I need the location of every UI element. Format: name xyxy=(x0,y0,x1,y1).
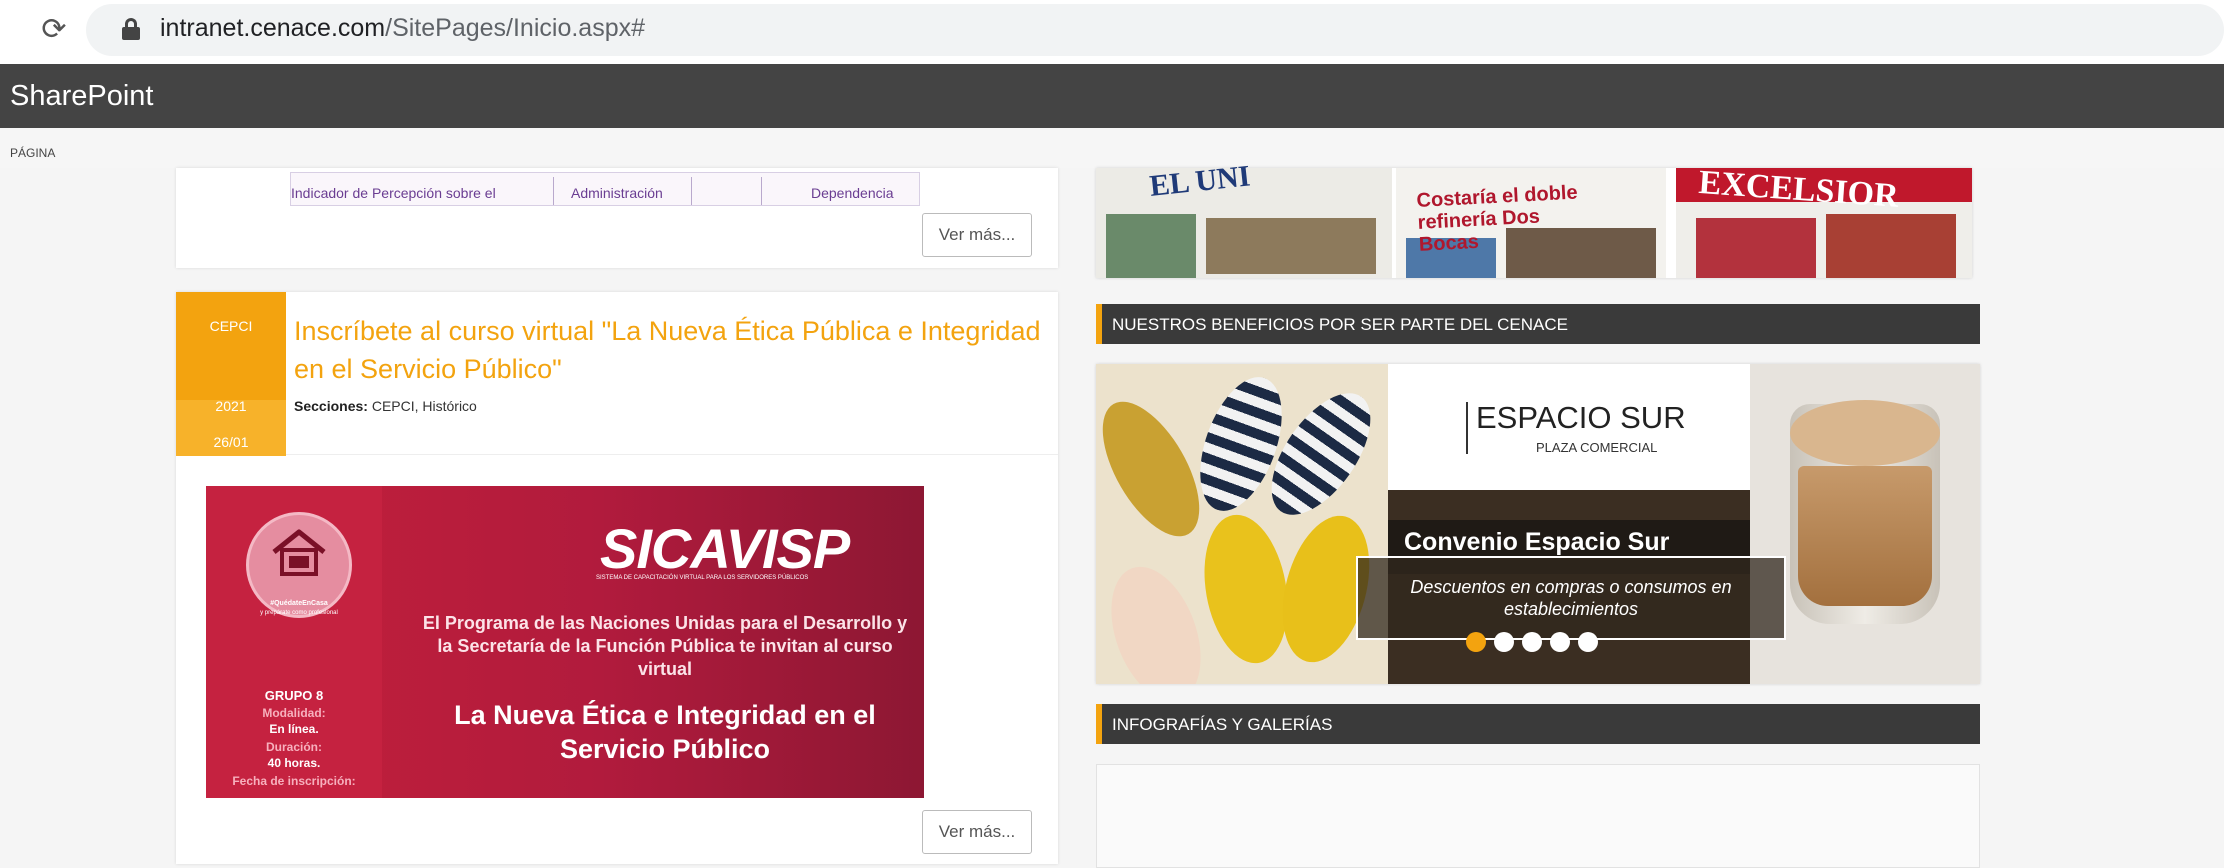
house-laptop-icon xyxy=(272,529,326,576)
carousel-dot-5[interactable] xyxy=(1578,632,1598,652)
circle-caption-2: y prepárate como profesional xyxy=(260,610,338,616)
promo-title[interactable]: Convenio Espacio Sur xyxy=(1404,528,1669,557)
badge-date: 26/01 xyxy=(213,434,249,450)
badge-year: 2021 xyxy=(215,398,247,414)
ver-mas-button[interactable]: Ver más... xyxy=(922,213,1032,257)
sicavisp-subtitle: SISTEMA DE CAPACITACIÓN VIRTUAL PARA LOS… xyxy=(596,575,809,581)
category-badge xyxy=(176,292,286,400)
sicavisp-logo: SICAVISP xyxy=(600,517,850,580)
coffee-latte xyxy=(1798,466,1932,606)
header-accent xyxy=(1096,704,1102,744)
sharepoint-title[interactable]: SharePoint xyxy=(10,80,154,113)
circle-caption: #QuédateEnCasa xyxy=(270,600,328,607)
reload-icon[interactable]: ⟳ xyxy=(34,10,74,50)
suite-bar xyxy=(0,64,2224,128)
table-cell: Indicador de Percepción sobre el xyxy=(291,185,496,201)
section-header-beneficios: NUESTROS BENEFICIOS POR SER PARTE DEL CE… xyxy=(1096,304,1980,344)
duracion-value: 40 horas. xyxy=(267,756,321,770)
url-path: /SitePages/Inicio.aspx# xyxy=(385,14,646,42)
section-title: NUESTROS BENEFICIOS POR SER PARTE DEL CE… xyxy=(1112,315,1568,334)
ribbon-tab-pagina[interactable]: PÁGINA xyxy=(10,146,55,160)
header-accent xyxy=(1096,304,1102,344)
banner-course-title: La Nueva Ética e Integridad en el Servic… xyxy=(454,700,876,764)
fecha-label: Fecha de inscripción: xyxy=(232,774,356,788)
ribbon xyxy=(0,128,2224,168)
table-cell: Dependencia xyxy=(811,185,894,201)
sections-label: Secciones: xyxy=(294,398,368,414)
section-header-infografias: INFOGRAFÍAS Y GALERÍAS xyxy=(1096,704,1980,744)
banner-program-text: El Programa de las Naciones Unidas para … xyxy=(422,613,908,679)
sections-value[interactable]: CEPCI, Histórico xyxy=(368,398,477,414)
news-title-link[interactable]: Inscríbete al curso virtual "La Nueva Ét… xyxy=(294,312,1064,388)
table-cell: Administración xyxy=(571,185,663,201)
url-text[interactable]: intranet.cenace.com/SitePages/Inicio.asp… xyxy=(160,14,645,43)
duracion-label: Duración: xyxy=(265,740,322,754)
promo-description: Descuentos en compras o consumos en esta… xyxy=(1410,577,1732,619)
newspaper-2-headline: Costaría el doble refinería Dos Bocas xyxy=(1416,181,1579,256)
gallery-panel[interactable] xyxy=(1096,764,1980,868)
table-snippet-image: Indicador de Percepción sobre el Adminis… xyxy=(290,172,920,206)
ver-mas-button[interactable]: Ver más... xyxy=(922,810,1032,854)
carousel-dots xyxy=(1466,632,1626,652)
news-sections: Secciones: CEPCI, Histórico xyxy=(294,398,477,414)
section-title: INFOGRAFÍAS Y GALERÍAS xyxy=(1112,715,1333,734)
logo-divider xyxy=(1466,402,1468,454)
lock-icon[interactable] xyxy=(122,18,140,40)
store-subtitle: PLAZA COMERCIAL xyxy=(1536,440,1658,455)
carousel-dot-2[interactable] xyxy=(1494,632,1514,652)
url-host: intranet.cenace.com xyxy=(160,14,386,42)
coffee-foam xyxy=(1790,400,1940,466)
divider xyxy=(286,454,1058,455)
carousel-dot-3[interactable] xyxy=(1522,632,1542,652)
promo-shoes-photo xyxy=(1096,364,1388,684)
badge-category-label: CEPCI xyxy=(209,318,253,334)
modalidad-value: En línea. xyxy=(269,722,319,736)
carousel-dot-4[interactable] xyxy=(1550,632,1570,652)
modalidad-label: Modalidad: xyxy=(262,706,326,720)
banner-grupo: GRUPO 8 xyxy=(264,688,324,703)
carousel-dot-1[interactable] xyxy=(1466,632,1486,652)
store-name: ESPACIO SUR xyxy=(1476,400,1686,435)
